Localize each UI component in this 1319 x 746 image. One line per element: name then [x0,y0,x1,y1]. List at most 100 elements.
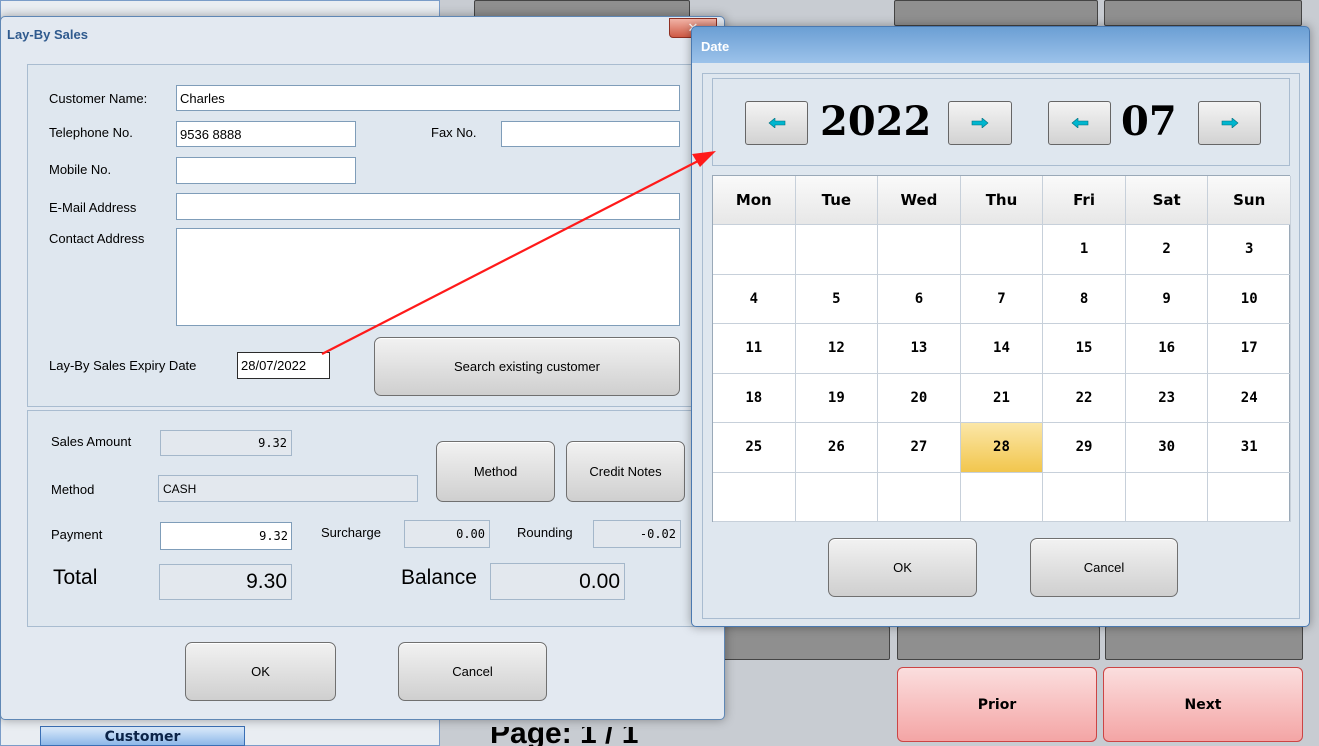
next-month-button[interactable] [1198,101,1261,145]
method-value: CASH [158,475,418,502]
calendar-day[interactable]: 13 [878,324,961,374]
calendar-day[interactable]: 5 [795,274,879,324]
arrow-left-icon [1071,118,1088,128]
credit-notes-button[interactable]: Credit Notes [566,441,685,502]
arrow-right-icon [971,118,989,128]
payment-field[interactable]: 9.32 [160,522,292,550]
customer-button-label: Customer [104,729,181,745]
weekday-header: Thu [960,176,1044,225]
calendar-day[interactable]: 27 [878,423,961,473]
layby-title: Lay-By Sales [7,27,88,42]
background-tile[interactable] [1105,626,1303,660]
layby-sales-window: Lay-By Sales ✕ Customer Name: Charles Te… [0,16,725,720]
calendar-day[interactable]: 21 [960,373,1044,423]
background-tile[interactable] [897,626,1100,660]
calendar-day[interactable]: 1 [1043,225,1126,275]
calendar-day[interactable]: 18 [713,373,796,423]
calendar-day-selected[interactable]: 28 [960,423,1044,473]
calendar-day[interactable]: 17 [1208,324,1291,374]
rounding-value: -0.02 [593,520,681,548]
prev-year-button[interactable] [745,101,808,145]
mobile-field[interactable] [176,157,356,184]
method-label: Method [51,482,95,497]
calendar-day [1208,472,1291,522]
customer-name-field[interactable]: Charles [176,85,680,111]
calendar-day[interactable]: 24 [1208,373,1291,423]
calendar-day[interactable]: 23 [1125,373,1209,423]
expiry-date-field[interactable]: 28/07/2022 [237,352,330,379]
calendar-day[interactable]: 9 [1125,274,1209,324]
contact-address-field[interactable] [176,228,680,326]
calendar-day[interactable]: 15 [1043,324,1126,374]
calendar-day [878,472,961,522]
calendar-day[interactable]: 8 [1043,274,1126,324]
layby-ok-button[interactable]: OK [185,642,336,701]
calendar-day [1125,472,1209,522]
balance-value: 0.00 [490,563,625,600]
telephone-label: Telephone No. [49,125,133,140]
calendar-day[interactable]: 30 [1125,423,1209,473]
weekday-header: Tue [795,176,879,225]
contact-address-label: Contact Address [49,231,145,246]
search-existing-customer-button[interactable]: Search existing customer [374,337,680,396]
weekday-header: Wed [878,176,961,225]
email-field[interactable] [176,193,680,220]
layby-cancel-button[interactable]: Cancel [398,642,547,701]
telephone-field[interactable]: 9536 8888 [176,121,356,147]
prior-button[interactable]: Prior [897,667,1097,742]
calendar-day[interactable]: 31 [1208,423,1291,473]
date-ok-button[interactable]: OK [828,538,977,597]
next-year-button[interactable] [948,101,1012,145]
background-tile[interactable] [894,0,1098,26]
calendar-day[interactable]: 3 [1208,225,1291,275]
page-indicator-clip: Page: 1 / 1 [490,727,660,746]
calendar-day[interactable]: 19 [795,373,879,423]
calendar-day[interactable]: 26 [795,423,879,473]
next-button[interactable]: Next [1103,667,1303,742]
calendar-day [1043,472,1126,522]
sales-amount-label: Sales Amount [51,434,132,449]
mobile-label: Mobile No. [49,162,112,177]
surcharge-label: Surcharge [321,525,381,540]
background-tile[interactable] [722,626,890,660]
date-cancel-button[interactable]: Cancel [1030,538,1178,597]
arrow-right-icon [1221,118,1238,128]
calendar-day [795,472,879,522]
calendar-day[interactable]: 22 [1043,373,1126,423]
weekday-header: Sun [1208,176,1291,225]
fax-field[interactable] [501,121,680,147]
background-tile[interactable] [1104,0,1302,26]
calendar-day[interactable]: 10 [1208,274,1291,324]
method-button[interactable]: Method [436,441,555,502]
calendar-day[interactable]: 20 [878,373,961,423]
weekday-header: Sat [1125,176,1209,225]
calendar-day [960,472,1044,522]
calendar-day [960,225,1044,275]
calendar-day[interactable]: 4 [713,274,796,324]
payment-label: Payment [51,527,103,542]
date-picker-window: Date 2022 07 Mon Tue Wed Thu Fri Sat Sun 1 2 3 4 5 6… [691,26,1310,627]
weekday-header: Mon [713,176,796,225]
calendar-day[interactable]: 25 [713,423,796,473]
calendar-day[interactable]: 2 [1125,225,1209,275]
weekday-header: Fri [1043,176,1126,225]
calendar-day[interactable]: 16 [1125,324,1209,374]
expiry-date-label: Lay-By Sales Expiry Date [49,358,197,373]
month-display: 07 [1121,98,1177,145]
prev-month-button[interactable] [1048,101,1111,145]
calendar-day[interactable]: 11 [713,324,796,374]
page-indicator: Page: 1 / 1 [490,727,639,746]
customer-button[interactable]: Customer [40,726,245,746]
arrow-left-icon [768,118,785,128]
rounding-label: Rounding [517,525,573,540]
calendar-day[interactable]: 6 [878,274,961,324]
sales-amount-value: 9.32 [160,430,292,456]
total-label: Total [53,566,98,589]
calendar-day[interactable]: 12 [795,324,879,374]
calendar-day[interactable]: 14 [960,324,1044,374]
date-title: Date [701,39,730,54]
calendar-day[interactable]: 29 [1043,423,1126,473]
customer-name-label: Customer Name: [49,91,148,106]
calendar-day[interactable]: 7 [960,274,1044,324]
calendar-day [878,225,961,275]
